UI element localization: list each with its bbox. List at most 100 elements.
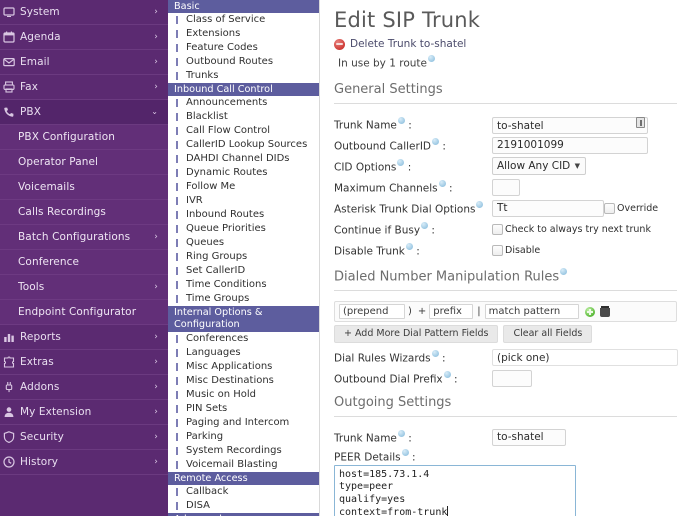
help-icon[interactable] xyxy=(432,137,439,145)
dial-options-input[interactable] xyxy=(492,199,604,217)
dial-pattern-prefix-input[interactable]: prefix xyxy=(429,304,474,320)
sidebar-item-batch-configurations[interactable]: Batch Configurations › xyxy=(0,225,168,250)
help-icon[interactable] xyxy=(431,350,439,358)
menu-item-parking[interactable]: Parking xyxy=(168,430,319,444)
general-settings-heading: General Settings xyxy=(334,81,443,97)
menu-item-pin-sets[interactable]: PIN Sets xyxy=(168,402,319,416)
password-manager-icon[interactable] xyxy=(636,116,645,128)
menu-item-ring-groups[interactable]: Ring Groups xyxy=(168,250,319,264)
sidebar-item-extras[interactable]: Extras › xyxy=(0,350,168,375)
add-row-icon[interactable] xyxy=(584,306,595,317)
help-icon[interactable] xyxy=(397,116,405,124)
peer-details-textarea[interactable]: host=185.73.1.4 type=peer qualify=yes co… xyxy=(334,464,576,516)
help-icon[interactable] xyxy=(438,179,446,187)
outgoing-trunk-name-input[interactable] xyxy=(492,428,566,446)
sidebar-item-label: Calls Recordings xyxy=(18,206,106,218)
menu-item-time-conditions[interactable]: Time Conditions xyxy=(168,278,319,292)
cid-options-value: Allow Any CID xyxy=(497,160,571,172)
help-icon[interactable] xyxy=(421,221,429,229)
menu-item-call-flow-control[interactable]: Call Flow Control xyxy=(168,124,319,138)
clear-all-fields-button[interactable]: Clear all Fields xyxy=(503,325,593,344)
sidebar-item-label: Conference xyxy=(18,256,80,268)
sidebar-item-operator-panel[interactable]: Operator Panel xyxy=(0,150,168,175)
menu-item-outbound-routes[interactable]: Outbound Routes xyxy=(168,55,319,69)
menu-item-misc-applications[interactable]: Misc Applications xyxy=(168,360,319,374)
menu-item-queue-priorities[interactable]: Queue Priorities xyxy=(168,222,319,236)
menu-item-disa[interactable]: DISA xyxy=(168,499,319,513)
help-icon[interactable] xyxy=(401,449,409,457)
menu-item-callback[interactable]: Callback xyxy=(168,485,319,499)
outbound-callerid-input[interactable] xyxy=(492,136,648,154)
sidebar-item-calls-recordings[interactable]: Calls Recordings xyxy=(0,200,168,225)
disable-trunk-checkbox[interactable] xyxy=(492,244,503,256)
chevron-right-icon: › xyxy=(154,331,158,342)
field-row-maximum-channels: Maximum Channels : xyxy=(334,177,684,197)
delete-trunk-link[interactable]: Delete Trunk to-shatel xyxy=(334,38,684,50)
in-use-status: In use by 1 route xyxy=(338,55,684,70)
chevron-right-icon: › xyxy=(154,456,158,467)
menu-item-system-recordings[interactable]: System Recordings xyxy=(168,444,319,458)
monitor-icon xyxy=(3,6,15,18)
sidebar-item-security[interactable]: Security › xyxy=(0,425,168,450)
menu-item-extensions[interactable]: Extensions xyxy=(168,27,319,41)
menu-item-inbound-routes[interactable]: Inbound Routes xyxy=(168,208,319,222)
menu-item-conferences[interactable]: Conferences xyxy=(168,332,319,346)
menu-group-header: Remote Access xyxy=(168,472,319,485)
cid-options-select[interactable]: Allow Any CID ▼ xyxy=(492,157,586,175)
continue-if-busy-checkbox[interactable] xyxy=(492,223,503,235)
sidebar-item-email[interactable]: Email › xyxy=(0,50,168,75)
field-row-outgoing-trunk-name: Trunk Name : xyxy=(334,427,684,447)
trash-icon[interactable] xyxy=(599,306,610,318)
sidebar-item-pbx-configuration[interactable]: PBX Configuration xyxy=(0,125,168,150)
help-icon[interactable] xyxy=(428,55,435,62)
menu-item-follow-me[interactable]: Follow Me xyxy=(168,180,319,194)
maximum-channels-label: Maximum Channels xyxy=(334,182,438,195)
menu-item-voicemail-blasting[interactable]: Voicemail Blasting xyxy=(168,458,319,472)
sidebar-item-my-extension[interactable]: My Extension › xyxy=(0,400,168,425)
sidebar-item-fax[interactable]: Fax › xyxy=(0,75,168,100)
sidebar-item-endpoint-configurator[interactable]: Endpoint Configurator xyxy=(0,300,168,325)
sidebar-item-conference[interactable]: Conference xyxy=(0,250,168,275)
menu-item-dahdi-channel-dids[interactable]: DAHDI Channel DIDs xyxy=(168,152,319,166)
menu-item-set-callerid[interactable]: Set CallerID xyxy=(168,264,319,278)
menu-item-feature-codes[interactable]: Feature Codes xyxy=(168,41,319,55)
menu-item-paging-and-intercom[interactable]: Paging and Intercom xyxy=(168,416,319,430)
outbound-dial-prefix-input[interactable] xyxy=(492,369,532,387)
sidebar-item-tools[interactable]: Tools › xyxy=(0,275,168,300)
trunk-name-input[interactable] xyxy=(492,117,648,134)
menu-item-music-on-hold[interactable]: Music on Hold xyxy=(168,388,319,402)
chevron-right-icon: › xyxy=(154,281,158,292)
menu-item-trunks[interactable]: Trunks xyxy=(168,69,319,83)
sidebar-item-voicemails[interactable]: Voicemails xyxy=(0,175,168,200)
help-icon[interactable] xyxy=(397,158,405,166)
help-icon[interactable] xyxy=(476,200,484,208)
help-icon[interactable] xyxy=(560,268,568,275)
menu-item-announcements[interactable]: Announcements xyxy=(168,96,319,110)
sidebar-item-reports[interactable]: Reports › xyxy=(0,325,168,350)
dial-pattern-match-input[interactable]: match pattern xyxy=(484,304,579,320)
chevron-right-icon: › xyxy=(154,381,158,392)
help-icon[interactable] xyxy=(443,371,451,379)
menu-item-languages[interactable]: Languages xyxy=(168,346,319,360)
dial-pattern-prepend-input[interactable]: (prepend xyxy=(339,304,405,320)
maximum-channels-input[interactable] xyxy=(492,178,520,196)
help-icon[interactable] xyxy=(405,242,413,250)
plug-icon xyxy=(3,381,15,393)
menu-item-queues[interactable]: Queues xyxy=(168,236,319,250)
sidebar-item-pbx[interactable]: PBX ⌄ xyxy=(0,100,168,125)
menu-item-class-of-service[interactable]: Class of Service xyxy=(168,13,319,27)
override-checkbox[interactable] xyxy=(604,202,615,214)
sidebar-item-history[interactable]: History › xyxy=(0,450,168,475)
add-more-dial-pattern-fields-button[interactable]: + Add More Dial Pattern Fields xyxy=(334,325,499,344)
sidebar-item-agenda[interactable]: Agenda › xyxy=(0,25,168,50)
help-icon[interactable] xyxy=(397,430,405,438)
menu-item-time-groups[interactable]: Time Groups xyxy=(168,292,319,306)
menu-item-blacklist[interactable]: Blacklist xyxy=(168,110,319,124)
menu-item-dynamic-routes[interactable]: Dynamic Routes xyxy=(168,166,319,180)
sidebar-item-addons[interactable]: Addons › xyxy=(0,375,168,400)
menu-item-misc-destinations[interactable]: Misc Destinations xyxy=(168,374,319,388)
menu-item-callerid-lookup-sources[interactable]: CallerID Lookup Sources xyxy=(168,138,319,152)
dial-rules-wizards-select[interactable]: (pick one) xyxy=(492,348,678,366)
sidebar-item-system[interactable]: System › xyxy=(0,0,168,25)
menu-item-ivr[interactable]: IVR xyxy=(168,194,319,208)
